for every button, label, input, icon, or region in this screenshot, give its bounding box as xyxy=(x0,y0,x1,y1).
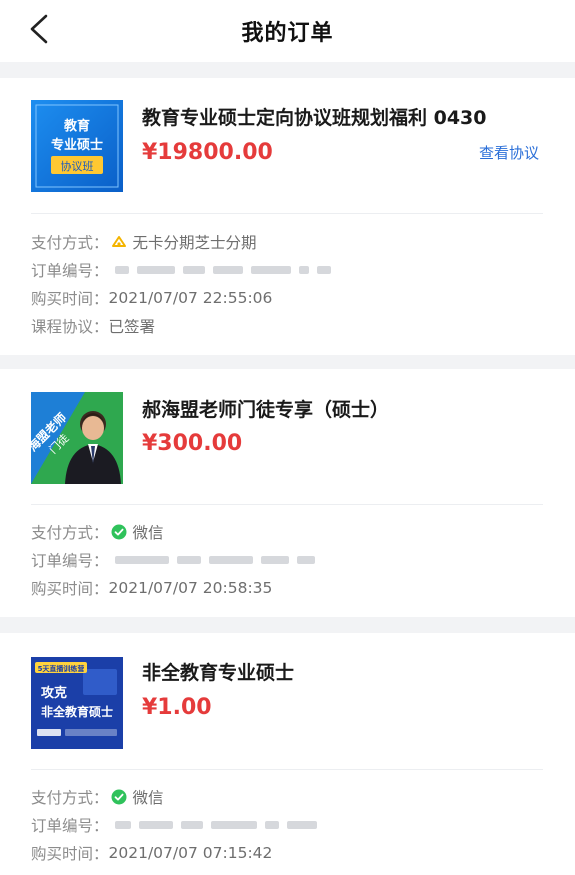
product-name: 非全教育专业硕士 xyxy=(142,662,295,684)
chevron-left-icon xyxy=(30,14,48,44)
purchase-time-row: 购买时间： 2021/07/07 07:15:42 xyxy=(31,841,272,865)
order-number-label: 订单编号： xyxy=(31,262,109,280)
purchase-time-value: 2021/07/07 20:58:35 xyxy=(108,579,273,597)
nav-header: 我的订单 xyxy=(0,0,575,62)
thumb-text: 专业硕士 xyxy=(51,137,103,153)
product-thumbnail: 5天直播训练营 攻克 非全教育硕士 xyxy=(31,657,123,749)
payment-method-row: 支付方式： 微信 xyxy=(31,520,164,544)
view-agreement-link[interactable]: 查看协议 xyxy=(479,142,539,163)
wechat-icon xyxy=(111,524,127,540)
thumb-text: 协议班 xyxy=(61,159,94,173)
purchase-time-value: 2021/07/07 22:55:06 xyxy=(108,289,273,307)
thumb-text: 5天直播训练营 xyxy=(38,664,85,673)
redacted-order-number xyxy=(114,821,317,829)
payment-method-value: 无卡分期芝士分期 xyxy=(132,234,257,252)
thumb-text: 攻克 xyxy=(41,685,67,701)
order-number-label: 订单编号： xyxy=(31,552,109,570)
product-name: 郝海盟老师门徒专享（硕士） xyxy=(142,399,390,421)
order-card[interactable]: 教育 专业硕士 协议班 教育专业硕士定向协议班规划福利 0430 ¥19800.… xyxy=(0,78,575,355)
payment-method-value: 微信 xyxy=(132,789,164,807)
agreement-status: 已签署 xyxy=(108,318,156,336)
thumb-text: 非全教育硕士 xyxy=(41,704,113,719)
order-card[interactable]: 海盟老师 门徒 郝海盟老师门徒专享（硕士） ¥300.00 支付方式： 微信 订… xyxy=(0,369,575,617)
product-price: ¥1.00 xyxy=(142,695,212,720)
installment-icon xyxy=(111,236,126,247)
product-thumbnail: 海盟老师 门徒 xyxy=(31,392,123,484)
divider xyxy=(31,769,543,770)
page-title: 我的订单 xyxy=(241,21,334,46)
payment-label: 支付方式： xyxy=(31,234,109,252)
wechat-icon xyxy=(111,789,127,805)
product-price: ¥300.00 xyxy=(142,431,243,456)
order-number-row: 订单编号： xyxy=(31,813,317,837)
payment-method-value: 微信 xyxy=(132,524,164,542)
product-thumbnail: 教育 专业硕士 协议班 xyxy=(31,100,123,192)
purchase-time-row: 购买时间： 2021/07/07 20:58:35 xyxy=(31,576,272,600)
order-number-row: 订单编号： xyxy=(31,548,315,572)
redacted-order-number xyxy=(114,556,315,564)
thumb-text: 教育 xyxy=(63,118,90,134)
back-button[interactable] xyxy=(28,14,50,44)
payment-method-row: 支付方式： 微信 xyxy=(31,785,164,809)
purchase-time-label: 购买时间： xyxy=(31,845,109,863)
purchase-time-label: 购买时间： xyxy=(31,290,109,308)
product-name: 教育专业硕士定向协议班规划福利 0430 xyxy=(142,107,487,129)
divider xyxy=(31,504,543,505)
redacted-order-number xyxy=(114,266,331,274)
order-number-row: 订单编号： xyxy=(31,258,331,282)
course-agreement-row: 课程协议： 已签署 xyxy=(31,314,155,338)
purchase-time-value: 2021/07/07 07:15:42 xyxy=(108,844,273,862)
purchase-time-row: 购买时间： 2021/07/07 22:55:06 xyxy=(31,286,272,310)
agreement-label: 课程协议： xyxy=(31,318,109,336)
order-card[interactable]: 5天直播训练营 攻克 非全教育硕士 非全教育专业硕士 ¥1.00 支付方式： 微… xyxy=(0,633,575,875)
order-number-label: 订单编号： xyxy=(31,817,109,835)
divider xyxy=(31,213,543,214)
payment-label: 支付方式： xyxy=(31,524,109,542)
product-price: ¥19800.00 xyxy=(142,140,273,165)
purchase-time-label: 购买时间： xyxy=(31,580,109,598)
payment-label: 支付方式： xyxy=(31,789,109,807)
payment-method-row: 支付方式： 无卡分期芝士分期 xyxy=(31,230,257,254)
